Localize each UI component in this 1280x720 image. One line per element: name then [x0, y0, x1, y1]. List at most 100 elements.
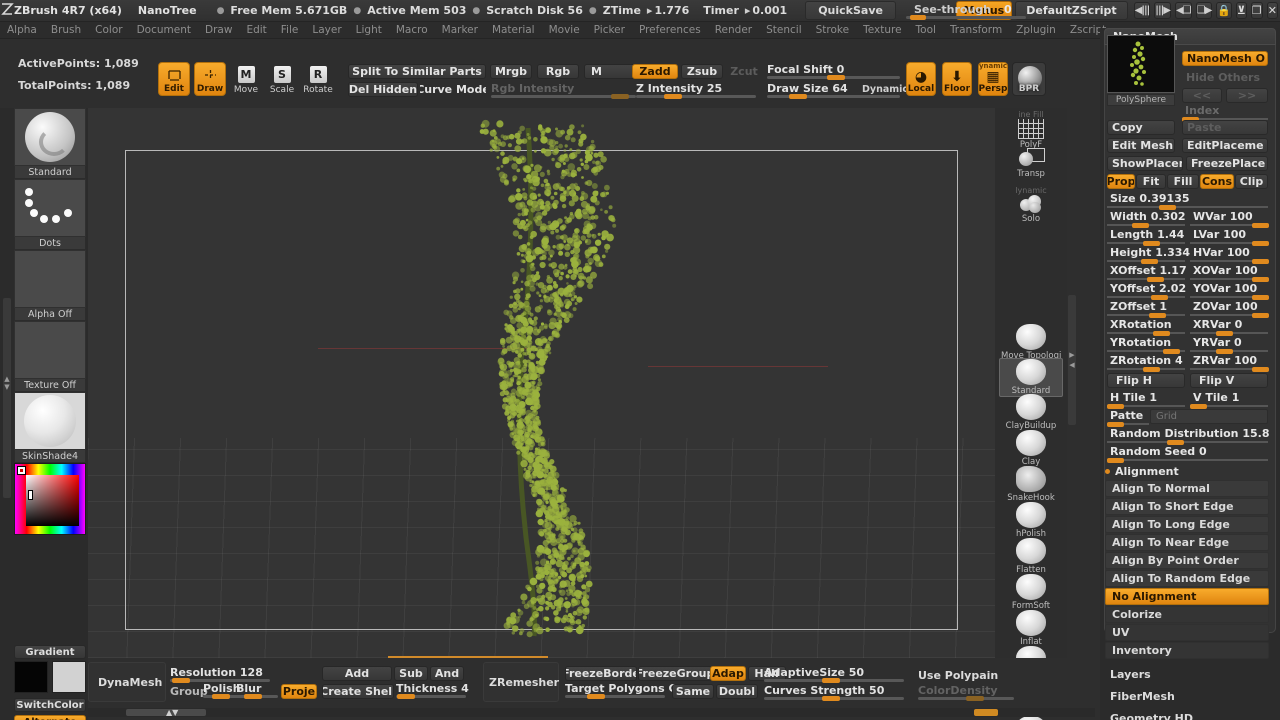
- brush-move-topological[interactable]: Move Topologica: [1001, 324, 1061, 361]
- lock-icon[interactable]: 🔒: [1216, 2, 1232, 19]
- material-selector[interactable]: SkinShade4: [14, 392, 86, 463]
- brush-hpolish[interactable]: hPolish: [1001, 502, 1061, 539]
- slider-knob[interactable]: [244, 694, 262, 699]
- secondary-color-swatch[interactable]: [52, 661, 86, 693]
- nanotree-model[interactable]: [418, 118, 658, 638]
- slider-knob[interactable]: [1252, 367, 1269, 372]
- and-button[interactable]: And: [430, 666, 464, 681]
- alignment-section-header[interactable]: Alignment: [1105, 465, 1179, 478]
- yrvar-slider[interactable]: YRVar 0: [1190, 336, 1268, 354]
- rgb-button[interactable]: Rgb: [537, 64, 579, 79]
- floor-button[interactable]: ⬇ Floor: [942, 62, 972, 96]
- menu-item-preferences[interactable]: Preferences: [632, 23, 708, 37]
- add-button[interactable]: Add: [322, 666, 392, 681]
- freeze-placement-button[interactable]: FreezePlace: [1186, 156, 1268, 171]
- slider-knob[interactable]: [587, 694, 605, 699]
- align-to-short-edge-row[interactable]: Align To Short Edge: [1105, 498, 1269, 515]
- persp-button[interactable]: ynamic ▦ Persp: [978, 62, 1008, 96]
- restore-icon[interactable]: ❐: [1250, 2, 1263, 19]
- menu-item-color[interactable]: Color: [88, 23, 129, 37]
- slider-knob[interactable]: [397, 694, 415, 699]
- blur-slider[interactable]: Blur: [236, 682, 278, 699]
- edit-button[interactable]: Edit: [158, 62, 190, 96]
- slider-knob[interactable]: [909, 14, 926, 20]
- minimize-icon[interactable]: ⊻: [1235, 2, 1247, 19]
- zrotation-slider[interactable]: ZRotation 4: [1107, 354, 1185, 372]
- freeze-groups-button[interactable]: FreezeGroup: [638, 666, 712, 681]
- scrollbar-orange-marker[interactable]: [974, 709, 998, 716]
- zovar-slider[interactable]: ZOVar 100: [1190, 300, 1269, 318]
- align-to-normal-row[interactable]: Align To Normal: [1105, 480, 1269, 497]
- texture-selector[interactable]: Texture Off: [14, 321, 86, 392]
- create-shell-button[interactable]: Create Shell: [322, 684, 394, 699]
- nanomesh-on-button[interactable]: NanoMesh O: [1182, 51, 1268, 66]
- slider-knob[interactable]: [611, 94, 629, 99]
- scroll-right-icon[interactable]: |||▶: [1154, 2, 1171, 19]
- nanomesh-preview-icon[interactable]: [1107, 35, 1175, 93]
- horizontal-scrollbar[interactable]: ▲▼: [88, 708, 1095, 717]
- saturation-value-square[interactable]: [26, 475, 79, 526]
- zscript-button[interactable]: DefaultZScript: [1015, 1, 1128, 20]
- brush-standard[interactable]: Standard: [999, 358, 1063, 397]
- zadd-button[interactable]: Zadd: [632, 64, 678, 79]
- resolution-slider[interactable]: Resolution 128: [170, 666, 270, 683]
- zremesher-label[interactable]: ZRemesher: [489, 676, 559, 689]
- target-polygons-count-slider[interactable]: Target Polygons Count: [565, 682, 705, 699]
- sub-button[interactable]: Sub: [394, 666, 428, 681]
- scroll-left-icon[interactable]: ◀|||: [1133, 2, 1151, 19]
- geometry-hd-palette[interactable]: Geometry HD: [1110, 712, 1193, 720]
- next-nanomesh-button[interactable]: >>: [1226, 88, 1268, 103]
- edit-mesh-button[interactable]: Edit Mesh: [1107, 138, 1175, 153]
- brush-strip-scrollbar[interactable]: ▶ ◀: [1068, 295, 1076, 425]
- brush-selector[interactable]: Standard: [14, 108, 86, 179]
- menu-item-draw[interactable]: Draw: [198, 23, 239, 37]
- project-button[interactable]: Proje: [281, 684, 317, 699]
- move-button[interactable]: M Move: [230, 62, 262, 96]
- yovar-slider[interactable]: YOVar 100: [1190, 282, 1269, 300]
- flip-h-button[interactable]: Flip H: [1107, 373, 1185, 388]
- stroke-selector[interactable]: Dots: [14, 179, 86, 250]
- slider-knob[interactable]: [1143, 367, 1160, 372]
- curves-strength-slider[interactable]: Curves Strength 50: [764, 684, 904, 701]
- menu-item-stencil[interactable]: Stencil: [759, 23, 809, 37]
- rotate-button[interactable]: R Rotate: [302, 62, 334, 96]
- xrvar-slider[interactable]: XRVar 0: [1190, 318, 1268, 336]
- z-intensity-slider[interactable]: Z Intensity 25: [636, 82, 756, 99]
- fibermesh-palette[interactable]: FiberMesh: [1110, 690, 1175, 703]
- align-to-long-edge-row[interactable]: Align To Long Edge: [1105, 516, 1269, 533]
- menu-item-tool[interactable]: Tool: [909, 23, 943, 37]
- hide-others-button[interactable]: Hide Others: [1182, 70, 1268, 85]
- same-button[interactable]: Same: [672, 684, 714, 699]
- alpha-selector[interactable]: Alpha Off: [14, 250, 86, 321]
- transparency-toggle[interactable]: Transp: [1001, 148, 1061, 179]
- menu-item-alpha[interactable]: Alpha: [0, 23, 44, 37]
- align-by-point-order-row[interactable]: Align By Point Order: [1105, 552, 1269, 569]
- layers-palette[interactable]: Layers: [1110, 668, 1151, 681]
- length-slider[interactable]: Length 1.44: [1107, 228, 1185, 246]
- tray-right-icon[interactable]: ❑▶: [1195, 2, 1213, 19]
- pattern-slider[interactable]: Patte: [1107, 409, 1149, 427]
- focal-shift-slider[interactable]: Focal Shift 0: [767, 63, 900, 80]
- cons-button[interactable]: Cons: [1200, 174, 1234, 189]
- yoffset-slider[interactable]: YOffset 2.02: [1107, 282, 1186, 300]
- see-through-slider[interactable]: See-through 0: [905, 2, 1026, 20]
- slider-knob[interactable]: [822, 696, 840, 701]
- yrotation-slider[interactable]: YRotation: [1107, 336, 1185, 354]
- slider-knob[interactable]: [212, 694, 230, 699]
- v-tile-slider[interactable]: V Tile 1: [1190, 391, 1268, 409]
- menu-item-material[interactable]: Material: [485, 23, 542, 37]
- split-to-similar-parts-button[interactable]: Split To Similar Parts: [348, 64, 486, 79]
- slider-knob[interactable]: [664, 94, 682, 99]
- scroll-arrows-icon[interactable]: ▲▼: [166, 708, 178, 717]
- copy-button[interactable]: Copy: [1107, 120, 1175, 135]
- mrgb-button[interactable]: Mrgb: [490, 64, 532, 79]
- xoffset-slider[interactable]: XOffset 1.17: [1107, 264, 1187, 282]
- brush-flatten[interactable]: Flatten: [1001, 538, 1061, 575]
- wvar-slider[interactable]: WVar 100: [1190, 210, 1269, 228]
- brush-clay[interactable]: Clay: [1001, 430, 1061, 467]
- scroll-right-icon[interactable]: ▶: [1068, 351, 1076, 359]
- menu-item-light[interactable]: Light: [349, 23, 389, 37]
- color-mode-marker[interactable]: [17, 466, 26, 475]
- local-button[interactable]: ◕ Local: [906, 62, 936, 96]
- close-icon[interactable]: ✕: [1266, 2, 1278, 19]
